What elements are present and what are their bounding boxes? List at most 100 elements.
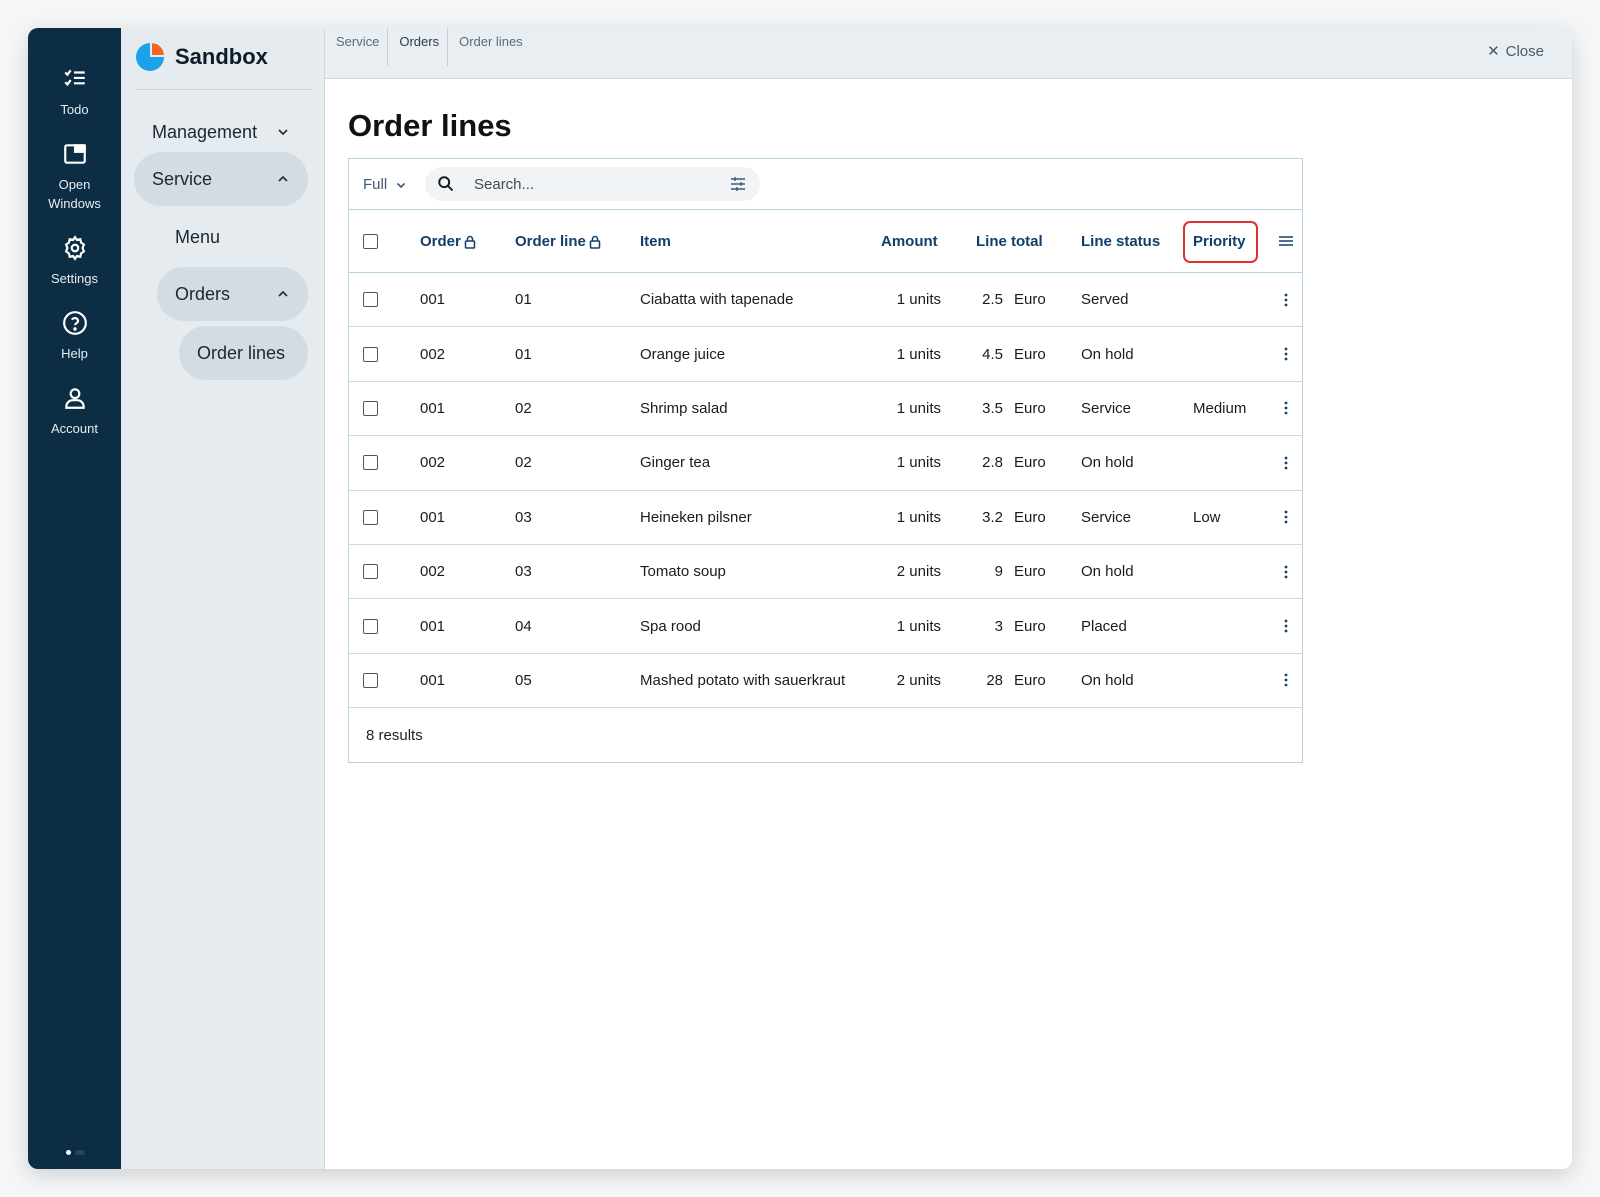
cell-item: Shrimp salad [640, 399, 728, 417]
cell-amount: 1 units [896, 345, 941, 363]
more-vertical-icon[interactable] [1284, 565, 1288, 579]
column-header-order-line-label: Order line [515, 232, 586, 250]
column-header-line-status[interactable]: Line status [1081, 210, 1160, 272]
more-vertical-icon[interactable] [1284, 510, 1288, 524]
search-input[interactable] [474, 175, 714, 193]
cell-line-total: 4.5 [982, 345, 1003, 363]
more-vertical-icon[interactable] [1284, 401, 1288, 415]
cell-amount: 1 units [896, 291, 941, 309]
row-actions-cell [1284, 273, 1288, 326]
breadcrumb-service[interactable]: Service [325, 28, 389, 66]
table-row[interactable]: 002 01 Orange juice 1 units 4.5 Euro On … [349, 327, 1302, 382]
cell-item: Orange juice [640, 345, 726, 363]
rail-item-help[interactable]: Help [28, 310, 121, 363]
cell-line-status: On hold [1081, 671, 1134, 689]
order-lines-table: Full Order [348, 158, 1303, 763]
row-checkbox[interactable] [363, 564, 378, 580]
row-checkbox[interactable] [363, 346, 378, 362]
breadcrumb-order-lines[interactable]: Order lines [448, 28, 531, 66]
close-button[interactable]: ✕ Close [1487, 42, 1544, 61]
cell-amount: 1 units [896, 617, 941, 635]
filter-sliders-icon[interactable] [730, 176, 746, 192]
rail-pager-dots [66, 1150, 85, 1155]
more-vertical-icon[interactable] [1284, 347, 1288, 361]
lock-icon [464, 235, 476, 249]
select-all-checkbox[interactable] [363, 233, 378, 249]
table-row[interactable]: 001 04 Spa rood 1 units 3 Euro Placed [349, 599, 1302, 654]
result-count: 8 results [366, 727, 423, 745]
priority-highlight-box [1183, 221, 1258, 263]
nav-item-menu[interactable]: Menu [157, 210, 308, 264]
nav-divider [135, 89, 312, 90]
cell-line-status: Placed [1081, 617, 1127, 635]
row-checkbox[interactable] [363, 292, 378, 308]
column-header-item[interactable]: Item [640, 210, 671, 272]
rail-item-todo[interactable]: Todo [28, 66, 121, 119]
nav-item-order-lines[interactable]: Order lines [179, 326, 308, 380]
row-checkbox[interactable] [363, 672, 378, 688]
help-circle-icon [62, 311, 87, 335]
search-icon [438, 176, 454, 192]
rail-item-open-windows[interactable]: Open Windows [28, 141, 121, 213]
rail-item-account[interactable]: Account [28, 385, 121, 438]
rail-label-open-windows: Open Windows [48, 177, 101, 211]
cell-item: Ciabatta with tapenade [640, 291, 794, 309]
table-row[interactable]: 002 03 Tomato soup 2 units 9 Euro On hol… [349, 545, 1302, 600]
cell-priority: Low [1193, 508, 1221, 526]
more-vertical-icon[interactable] [1284, 456, 1288, 470]
cell-order-line: 03 [515, 563, 532, 581]
chevron-down-icon [278, 129, 288, 136]
row-checkbox[interactable] [363, 455, 378, 471]
column-header-line-total[interactable]: Line total [976, 210, 1043, 272]
cell-item: Spa rood [640, 617, 701, 635]
rail-label-todo: Todo [60, 102, 89, 117]
breadcrumb-orders[interactable]: Orders [388, 28, 449, 66]
cell-line-status: On hold [1081, 345, 1134, 363]
table-row[interactable]: 002 02 Ginger tea 1 units 2.8 Euro On ho… [349, 436, 1302, 491]
page-title: Order lines [348, 108, 512, 143]
chevron-up-icon [278, 175, 288, 182]
column-header-order-line[interactable]: Order line [515, 210, 601, 272]
open-windows-icon [63, 144, 86, 164]
lock-icon [589, 235, 601, 249]
more-vertical-icon[interactable] [1284, 673, 1288, 687]
row-actions-cell [1284, 545, 1288, 598]
table-row[interactable]: 001 03 Heineken pilsner 1 units 3.2 Euro… [349, 491, 1302, 545]
column-header-order[interactable]: Order [420, 210, 476, 272]
row-checkbox[interactable] [363, 400, 378, 416]
chevron-up-icon [278, 290, 288, 297]
row-checkbox[interactable] [363, 509, 378, 525]
cell-item: Mashed potato with sauerkraut [640, 671, 846, 689]
table-row[interactable]: 001 02 Shrimp salad 1 units 3.5 Euro Ser… [349, 382, 1302, 437]
view-select-value: Full [363, 175, 388, 193]
column-header-amount[interactable]: Amount [881, 210, 938, 272]
cell-line-status: On hold [1081, 563, 1134, 581]
gear-icon [64, 235, 85, 261]
nav-item-service-label: Service [152, 168, 213, 189]
rail-item-settings[interactable]: Settings [28, 235, 121, 288]
brand[interactable]: Sandbox [121, 34, 324, 80]
cell-order: 002 [420, 454, 446, 472]
cell-item: Tomato soup [640, 563, 726, 581]
row-checkbox[interactable] [363, 618, 378, 634]
side-rail: Todo Open Windows Settings Help Account [28, 28, 121, 1169]
more-vertical-icon[interactable] [1284, 619, 1288, 633]
row-select-cell [363, 382, 378, 435]
view-select[interactable]: Full [363, 176, 425, 193]
cell-order: 002 [420, 345, 446, 363]
cell-order-line: 05 [515, 671, 532, 689]
chevron-down-icon [397, 182, 406, 189]
search-box [425, 167, 760, 201]
table-row[interactable]: 001 01 Ciabatta with tapenade 1 units 2.… [349, 273, 1302, 328]
breadcrumb: Service Orders Order lines [325, 28, 531, 66]
cell-order: 001 [420, 399, 446, 417]
cell-order-line: 03 [515, 508, 532, 526]
nav-item-orders[interactable]: Orders [157, 267, 308, 321]
cell-order: 001 [420, 671, 446, 689]
table-row[interactable]: 001 05 Mashed potato with sauerkraut 2 u… [349, 654, 1302, 709]
cell-line-status: On hold [1081, 454, 1134, 472]
nav-item-management[interactable]: Management [134, 106, 308, 158]
more-vertical-icon[interactable] [1284, 293, 1288, 307]
column-menu-icon[interactable] [1279, 235, 1293, 247]
nav-item-service[interactable]: Service [134, 152, 308, 206]
